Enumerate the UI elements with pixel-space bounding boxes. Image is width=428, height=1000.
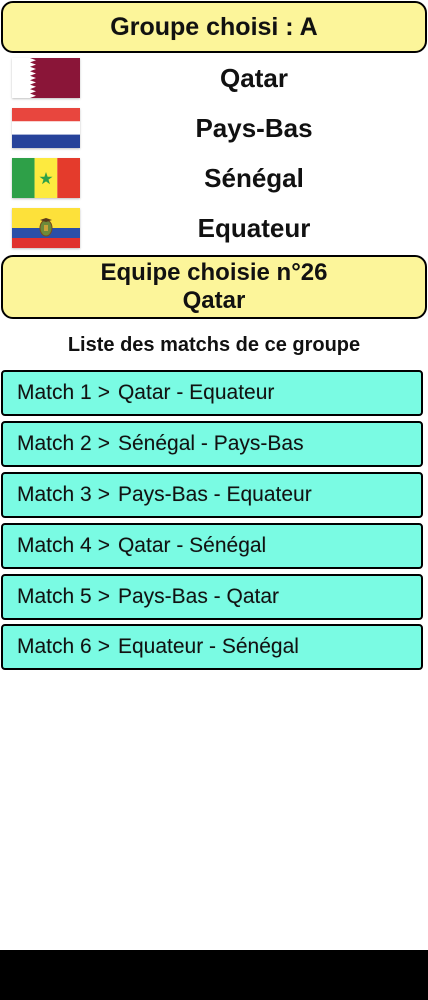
match-separator: > [97, 534, 110, 557]
chosen-team-box: Equipe choisie n°26 Qatar [1, 255, 427, 319]
team-name: Pays-Bas [195, 112, 313, 143]
match-item-5[interactable]: Match 5 > Pays-Bas - Qatar [1, 574, 423, 620]
team-name: Sénégal [204, 162, 304, 193]
netherlands-flag-icon [12, 108, 80, 148]
match-separator: > [97, 381, 110, 404]
match-item-4[interactable]: Match 4 > Qatar - Sénégal [1, 523, 423, 569]
match-teams: Qatar - Sénégal [117, 534, 267, 557]
team-row-equateur: Equateur [0, 206, 428, 250]
match-teams: Pays-Bas - Equateur [117, 483, 312, 506]
match-label: Match 6 [17, 635, 92, 658]
group-header-label: Groupe choisi : A [110, 12, 318, 41]
match-separator: > [97, 432, 110, 455]
qatar-flag-icon [12, 58, 80, 98]
team-row-senegal: Sénégal [0, 156, 428, 200]
match-item-6[interactable]: Match 6 > Equateur - Sénégal [1, 624, 423, 670]
match-label: Match 2 [17, 432, 92, 455]
match-teams: Equateur - Sénégal [117, 635, 299, 658]
match-teams: Qatar - Equateur [117, 381, 275, 404]
match-label: Match 3 [17, 483, 92, 506]
match-item-1[interactable]: Match 1 > Qatar - Equateur [1, 370, 423, 416]
chosen-team-number: Equipe choisie n°26 [100, 259, 328, 286]
match-teams: Sénégal - Pays-Bas [117, 432, 304, 455]
match-item-2[interactable]: Match 2 > Sénégal - Pays-Bas [1, 421, 423, 467]
group-header: Groupe choisi : A [1, 1, 427, 53]
team-row-pays-bas: Pays-Bas [0, 106, 428, 150]
chosen-team-name: Qatar [182, 287, 246, 314]
match-separator: > [97, 483, 110, 506]
bottom-navigation-bar [0, 950, 428, 1000]
match-label: Match 1 [17, 381, 92, 404]
senegal-flag-icon [12, 158, 80, 198]
ecuador-flag-icon [12, 208, 80, 248]
match-list-title: Liste des matchs de ce groupe [67, 333, 361, 356]
match-separator: > [97, 635, 110, 658]
match-item-3[interactable]: Match 3 > Pays-Bas - Equateur [1, 472, 423, 518]
match-separator: > [97, 585, 110, 608]
team-name: Qatar [220, 62, 288, 93]
match-label: Match 5 [17, 585, 92, 608]
team-name: Equateur [197, 212, 311, 243]
match-label: Match 4 [17, 534, 92, 557]
team-row-qatar: Qatar [0, 56, 428, 100]
match-teams: Pays-Bas - Qatar [117, 585, 280, 608]
